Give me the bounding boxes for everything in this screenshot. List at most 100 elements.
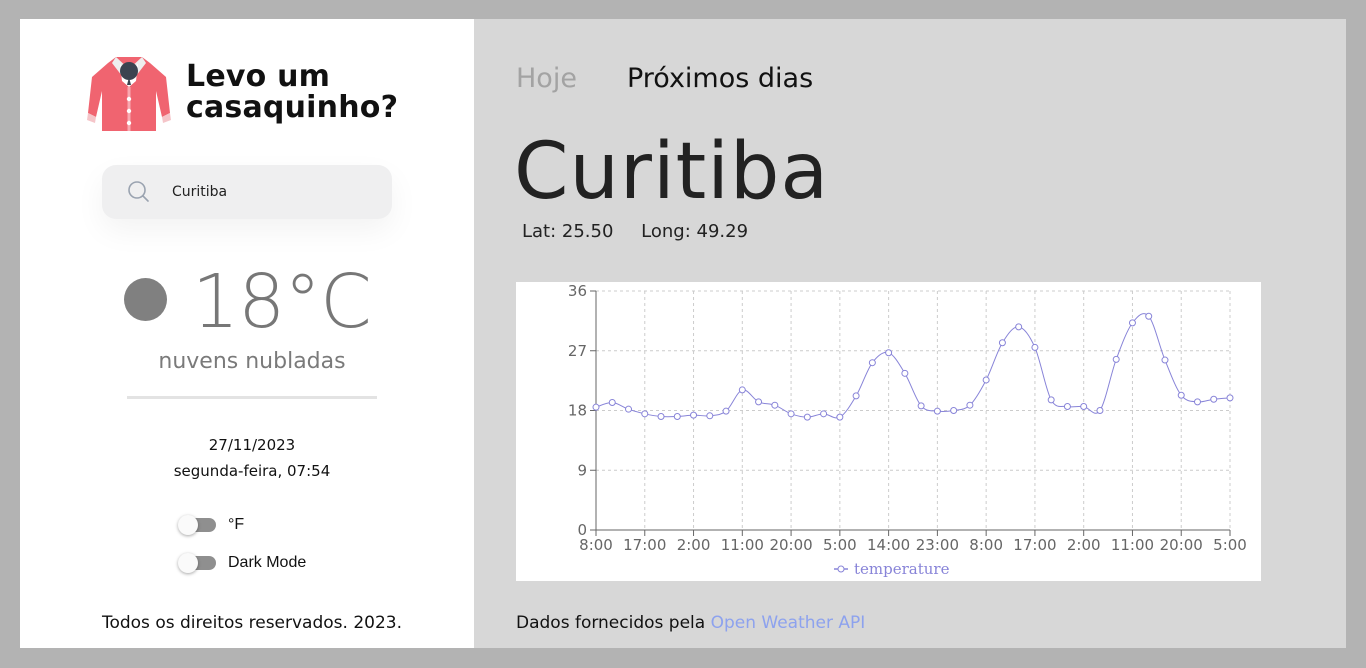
- data-point: [1145, 312, 1153, 320]
- tab-proximos-dias[interactable]: Próximos dias: [627, 63, 813, 94]
- data-point: [966, 401, 974, 409]
- data-point: [1047, 396, 1055, 404]
- x-tick-label: 2:00: [677, 536, 711, 554]
- tab-bar: Hoje Próximos dias: [516, 63, 863, 94]
- data-point: [901, 369, 909, 377]
- x-tick-label: 11:00: [1111, 536, 1154, 554]
- data-point: [706, 412, 714, 420]
- data-point: [1031, 343, 1039, 351]
- data-point: [803, 413, 811, 421]
- x-tick-label: 8:00: [579, 536, 613, 554]
- data-point: [1096, 407, 1104, 414]
- data-point: [1177, 391, 1185, 399]
- x-tick-label: 5:00: [1213, 536, 1247, 554]
- open-weather-link[interactable]: Open Weather API: [711, 613, 866, 633]
- toggle-knob[interactable]: [178, 515, 198, 535]
- main-panel: Hoje Próximos dias Curitiba Lat: 25.50 L…: [474, 19, 1346, 648]
- brand: Levo um casaquinho?: [86, 51, 398, 133]
- x-tick-label: 5:00: [823, 536, 857, 554]
- credit-prefix: Dados fornecidos pela: [516, 613, 706, 633]
- x-tick-label: 14:00: [867, 536, 910, 554]
- toggle-knob[interactable]: [178, 553, 198, 573]
- search-box[interactable]: [102, 165, 392, 219]
- current-date: 27/11/2023: [208, 436, 296, 454]
- dark-mode-toggle[interactable]: [178, 553, 216, 573]
- city-name: Curitiba: [514, 127, 830, 217]
- data-point: [1128, 319, 1136, 327]
- data-point: [657, 412, 665, 420]
- data-point: [690, 411, 698, 419]
- divider: [127, 396, 377, 399]
- data-point: [755, 398, 763, 406]
- data-point: [1015, 323, 1023, 331]
- x-tick-label: 2:00: [1067, 536, 1101, 554]
- data-point: [787, 410, 795, 418]
- x-tick-label: 11:00: [721, 536, 764, 554]
- legend-marker: [837, 565, 845, 573]
- fahrenheit-label: °F: [228, 516, 245, 533]
- search-input[interactable]: [172, 184, 372, 200]
- temperature-chart: 0 9 18 27 36 8:00 17:00 2:00 11:00 20:00 5:00 14:00…: [516, 282, 1261, 581]
- temperature-chart-svg: 091827368:00 17:00 2:00 11:00 20:00 5:00 14:00…: [568, 282, 1247, 578]
- data-point: [625, 405, 633, 413]
- search-icon[interactable]: [127, 180, 151, 204]
- weather-description: nuvens nubladas: [158, 349, 346, 374]
- data-point: [820, 410, 828, 418]
- data-credit: Dados fornecidos pela Open Weather API: [516, 613, 865, 633]
- sidebar: Levo um casaquinho? 18°C nuvens nubladas…: [20, 19, 474, 648]
- legend-label: temperature: [854, 560, 950, 578]
- x-tick-label: 20:00: [769, 536, 812, 554]
- data-point: [836, 413, 844, 421]
- data-point: [1112, 355, 1120, 363]
- data-point: [982, 376, 990, 384]
- y-tick-label: 36: [568, 282, 587, 300]
- data-point: [1193, 398, 1201, 406]
- app-title: Levo um casaquinho?: [186, 61, 398, 123]
- data-point: [641, 410, 649, 418]
- y-tick-label: 18: [568, 402, 587, 420]
- app-window: Levo um casaquinho? 18°C nuvens nubladas…: [20, 19, 1346, 648]
- data-point: [592, 403, 600, 411]
- x-tick-label: 17:00: [1013, 536, 1056, 554]
- series-line-temperature: [595, 313, 1231, 419]
- dark-toggle-row: Dark Mode: [178, 553, 307, 573]
- data-point: [868, 359, 876, 367]
- date-block: 27/11/2023 segunda-feira, 07:54: [20, 432, 484, 484]
- data-point: [917, 402, 925, 410]
- latitude: Lat: 25.50: [522, 221, 614, 242]
- data-point: [771, 401, 779, 409]
- data-point: [998, 339, 1006, 347]
- data-point: [608, 399, 616, 407]
- longitude: Long: 49.29: [641, 221, 749, 242]
- x-tick-label: 8:00: [969, 536, 1003, 554]
- weather-icon: [124, 278, 167, 321]
- data-point: [1210, 395, 1218, 403]
- data-point: [1080, 403, 1088, 411]
- x-tick-label: 23:00: [916, 536, 959, 554]
- data-point: [933, 407, 941, 415]
- unit-toggle-row: °F: [178, 515, 245, 535]
- data-point: [673, 412, 681, 420]
- x-tick-label: 20:00: [1160, 536, 1203, 554]
- y-tick-label: 9: [577, 461, 587, 479]
- fahrenheit-toggle[interactable]: [178, 515, 216, 535]
- copyright: Todos os direitos reservados. 2023.: [101, 613, 403, 633]
- coat-icon: [87, 57, 171, 131]
- data-point: [722, 407, 730, 415]
- app-title-line2: casaquinho?: [186, 90, 399, 125]
- current-weekday-time: segunda-feira, 07:54: [173, 462, 331, 480]
- data-point: [950, 407, 958, 414]
- dark-mode-label: Dark Mode: [228, 554, 307, 571]
- data-point: [885, 349, 893, 357]
- app-title-line1: Levo um: [186, 59, 331, 94]
- data-point: [852, 392, 860, 400]
- tab-hoje[interactable]: Hoje: [516, 63, 577, 94]
- data-point: [1063, 403, 1071, 411]
- data-point: [738, 386, 746, 394]
- current-temperature: 18°C: [192, 259, 372, 345]
- data-point: [1226, 394, 1234, 402]
- coordinates: Lat: 25.50 Long: 49.29: [522, 221, 748, 242]
- data-point: [1161, 356, 1169, 364]
- y-tick-label: 27: [568, 342, 587, 360]
- x-tick-label: 17:00: [623, 536, 666, 554]
